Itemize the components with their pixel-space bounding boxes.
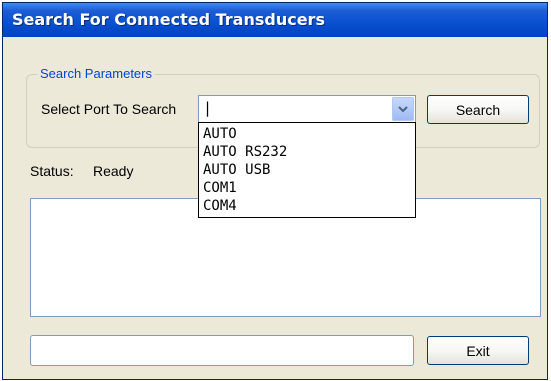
port-dropdown-list: AUTO AUTO RS232 AUTO USB COM1 COM4 <box>198 122 416 218</box>
window-title: Search For Connected Transducers <box>12 10 325 29</box>
port-dropdown-button[interactable] <box>392 97 414 121</box>
exit-button[interactable]: Exit <box>427 336 529 365</box>
port-option-auto-rs232[interactable]: AUTO RS232 <box>199 143 415 161</box>
status-value: Ready <box>93 163 134 179</box>
chevron-down-icon <box>398 106 408 113</box>
status-label: Status: <box>30 163 74 179</box>
port-option-auto-usb[interactable]: AUTO USB <box>199 161 415 179</box>
search-parameters-legend: Search Parameters <box>37 66 155 81</box>
title-bar[interactable]: Search For Connected Transducers <box>3 3 547 37</box>
port-option-com4[interactable]: COM4 <box>199 197 415 215</box>
port-option-auto[interactable]: AUTO <box>199 125 415 143</box>
port-label: Select Port To Search <box>41 101 177 117</box>
search-button[interactable]: Search <box>427 95 529 124</box>
port-select-value: | <box>203 99 213 117</box>
port-select[interactable]: | <box>198 95 416 123</box>
port-option-com1[interactable]: COM1 <box>199 179 415 197</box>
message-field[interactable] <box>30 335 414 366</box>
